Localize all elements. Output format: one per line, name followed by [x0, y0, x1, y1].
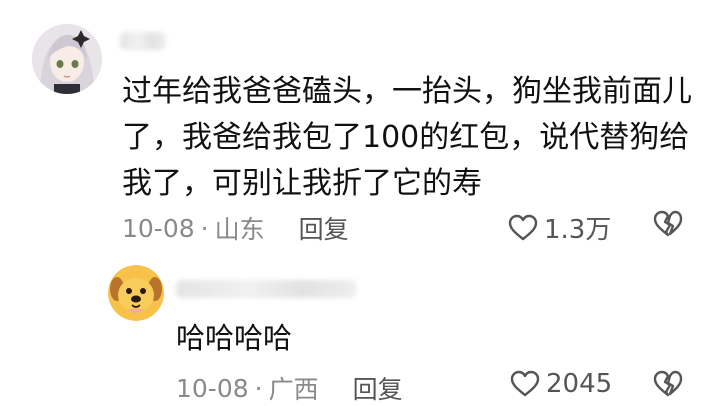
comment-meta: 10-08 · 山东 回复 [122, 210, 349, 246]
reply-date: 10-08 [176, 373, 249, 403]
comment-like-count: 1.3万 [544, 215, 612, 245]
reply-like-count: 2045 [546, 369, 613, 399]
comment-reply-button[interactable]: 回复 [299, 210, 349, 246]
broken-heart-icon [653, 370, 683, 397]
reply-like-button[interactable]: 2045 [510, 369, 612, 399]
commenter-avatar[interactable] [32, 24, 102, 94]
heart-outline-icon [508, 214, 538, 240]
broken-heart-icon [653, 210, 683, 237]
comment-location: 山东 [214, 215, 265, 244]
meta-separator: · [200, 213, 209, 243]
reply-meta: 10-08 · 广西 回复 [176, 370, 403, 406]
comment-text: 过年给我爸爸磕头，一抬头，狗坐我前面儿了，我爸给我包了100的红包，说代替狗给我… [122, 74, 692, 201]
replier-avatar[interactable] [108, 265, 164, 321]
reply-reply-button[interactable]: 回复 [353, 370, 403, 406]
comment-like-button[interactable]: 1.3万 [508, 209, 611, 246]
heart-outline-icon [510, 370, 540, 397]
reply-dislike-button[interactable] [653, 370, 683, 398]
meta-separator: · [254, 373, 263, 403]
comment-dislike-button[interactable] [653, 210, 683, 238]
reply-location: 广西 [268, 375, 319, 404]
replier-name-blurred[interactable] [176, 280, 356, 298]
comment-date: 10-08 [122, 213, 195, 243]
reply-text: 哈哈哈哈 [176, 321, 293, 355]
commenter-name-blurred[interactable] [120, 32, 166, 50]
